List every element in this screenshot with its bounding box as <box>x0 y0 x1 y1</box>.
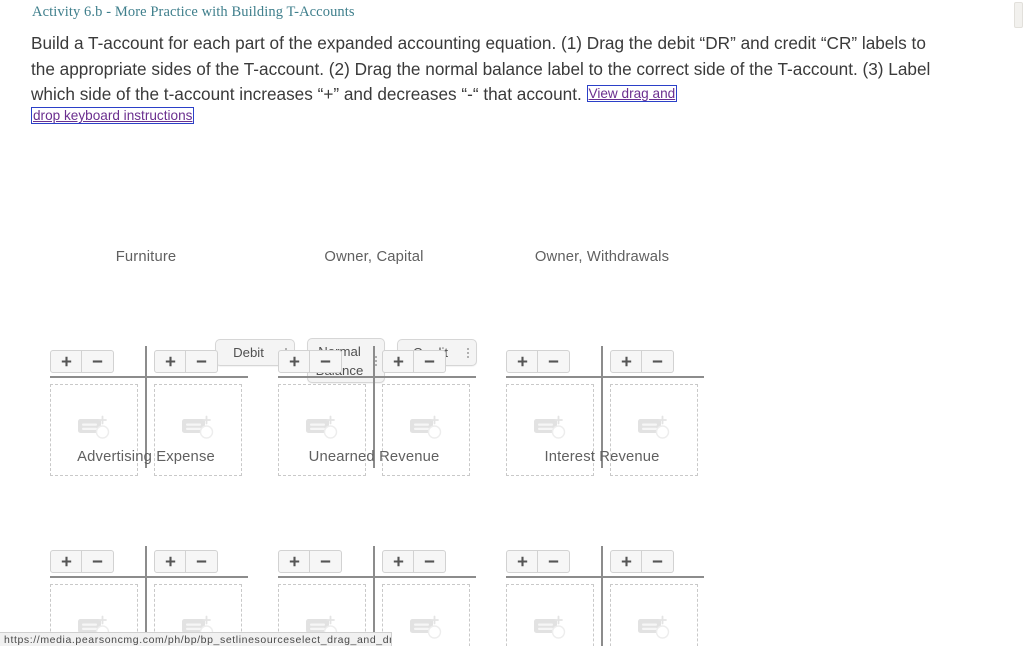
page-title: Activity 6.b - More Practice with Buildi… <box>32 4 355 20</box>
page-scrollbar-thumb[interactable] <box>1014 2 1023 28</box>
add-label-icon-svg <box>410 615 442 639</box>
t-account: Owner, Withdrawals <box>488 246 716 476</box>
t-account-body <box>32 290 260 476</box>
increase-decrease-button-group <box>610 350 674 373</box>
add-label-icon-svg <box>534 415 566 439</box>
minus-button[interactable] <box>186 550 218 573</box>
minus-button[interactable] <box>538 550 570 573</box>
t-account-horizontal-rule <box>278 576 476 578</box>
instructions-block: Build a T-account for each part of the e… <box>31 31 931 124</box>
t-account: Advertising Expense <box>32 446 260 646</box>
add-label-icon-svg <box>410 415 442 439</box>
t-account: Owner, Capital <box>260 246 488 476</box>
instructions-text: Build a T-account for each part of the e… <box>31 33 931 104</box>
minus-button[interactable] <box>642 550 674 573</box>
t-account: Furniture <box>32 246 260 476</box>
keyboard-instructions-link-line1[interactable]: View drag and <box>586 85 678 102</box>
plus-button[interactable] <box>50 550 82 573</box>
add-label-icon <box>533 413 567 448</box>
t-account: Interest Revenue <box>488 446 716 646</box>
increase-decrease-button-group <box>50 550 114 573</box>
minus-button[interactable] <box>82 550 114 573</box>
minus-button[interactable] <box>538 350 570 373</box>
add-label-icon <box>77 413 111 448</box>
increase-decrease-button-group <box>50 350 114 373</box>
t-account-body <box>488 290 716 476</box>
minus-button[interactable] <box>310 550 342 573</box>
minus-button[interactable] <box>82 350 114 373</box>
add-label-icon <box>305 413 339 448</box>
add-label-icon <box>533 613 567 646</box>
add-label-icon <box>637 413 671 448</box>
minus-button[interactable] <box>414 350 446 373</box>
increase-decrease-button-group <box>154 350 218 373</box>
add-label-icon-svg <box>78 415 110 439</box>
increase-decrease-button-group <box>278 350 342 373</box>
t-account-row: Furniture Owner, Capital Owner, Withdraw… <box>0 246 1024 476</box>
t-account: Unearned Revenue <box>260 446 488 646</box>
t-account-title: Owner, Capital <box>324 249 424 265</box>
plus-button[interactable] <box>154 550 186 573</box>
t-account-body <box>488 490 716 646</box>
add-label-icon-svg <box>638 415 670 439</box>
t-account-title: Interest Revenue <box>544 449 660 465</box>
add-label-icon-svg <box>182 415 214 439</box>
plus-button[interactable] <box>278 350 310 373</box>
increase-decrease-button-group <box>382 550 446 573</box>
plus-button[interactable] <box>50 350 82 373</box>
t-account-vertical-rule <box>373 546 375 646</box>
plus-button[interactable] <box>506 550 538 573</box>
minus-button[interactable] <box>414 550 446 573</box>
t-account-title: Owner, Withdrawals <box>534 249 670 265</box>
draggable-label-tray: Debit Normal Balance Credit <box>0 168 1024 383</box>
t-accounts-grid: Furniture Owner, Capital Owner, Withdraw… <box>0 246 1024 646</box>
plus-button[interactable] <box>382 550 414 573</box>
t-account-vertical-rule <box>145 546 147 646</box>
keyboard-instructions-link-line2[interactable]: drop keyboard instructions <box>31 107 195 124</box>
minus-button[interactable] <box>310 350 342 373</box>
t-account-body <box>32 490 260 646</box>
plus-button[interactable] <box>610 350 642 373</box>
add-label-icon <box>181 413 215 448</box>
t-account-title: Advertising Expense <box>77 449 215 465</box>
label-dropzone[interactable] <box>506 584 594 646</box>
plus-button[interactable] <box>610 550 642 573</box>
increase-decrease-button-group <box>278 550 342 573</box>
increase-decrease-button-group <box>506 550 570 573</box>
plus-button[interactable] <box>382 350 414 373</box>
plus-button[interactable] <box>278 550 310 573</box>
t-account-row: Advertising Expense Unearned Revenue Int… <box>0 446 1024 646</box>
t-account-horizontal-rule <box>50 576 248 578</box>
page-scrollbar[interactable] <box>1012 0 1024 646</box>
add-label-icon <box>409 613 443 646</box>
increase-decrease-button-group <box>382 350 446 373</box>
t-account-horizontal-rule <box>506 576 704 578</box>
increase-decrease-button-group <box>610 550 674 573</box>
plus-button[interactable] <box>506 350 538 373</box>
t-account-title: Furniture <box>115 249 177 265</box>
add-label-icon-svg <box>306 415 338 439</box>
add-label-icon <box>409 413 443 448</box>
add-label-icon <box>637 613 671 646</box>
t-account-title: Unearned Revenue <box>308 449 440 465</box>
t-account-horizontal-rule <box>506 376 704 378</box>
t-account-vertical-rule <box>601 546 603 646</box>
browser-status-bar: https://media.pearsoncmg.com/ph/bp/bp_se… <box>0 632 392 646</box>
minus-button[interactable] <box>186 350 218 373</box>
t-account-horizontal-rule <box>278 376 476 378</box>
t-account-body <box>260 490 488 646</box>
add-label-icon-svg <box>534 615 566 639</box>
plus-button[interactable] <box>154 350 186 373</box>
increase-decrease-button-group <box>506 350 570 373</box>
minus-button[interactable] <box>642 350 674 373</box>
label-dropzone[interactable] <box>610 584 698 646</box>
add-label-icon-svg <box>638 615 670 639</box>
label-dropzone[interactable] <box>382 584 470 646</box>
t-account-horizontal-rule <box>50 376 248 378</box>
increase-decrease-button-group <box>154 550 218 573</box>
t-account-body <box>260 290 488 476</box>
